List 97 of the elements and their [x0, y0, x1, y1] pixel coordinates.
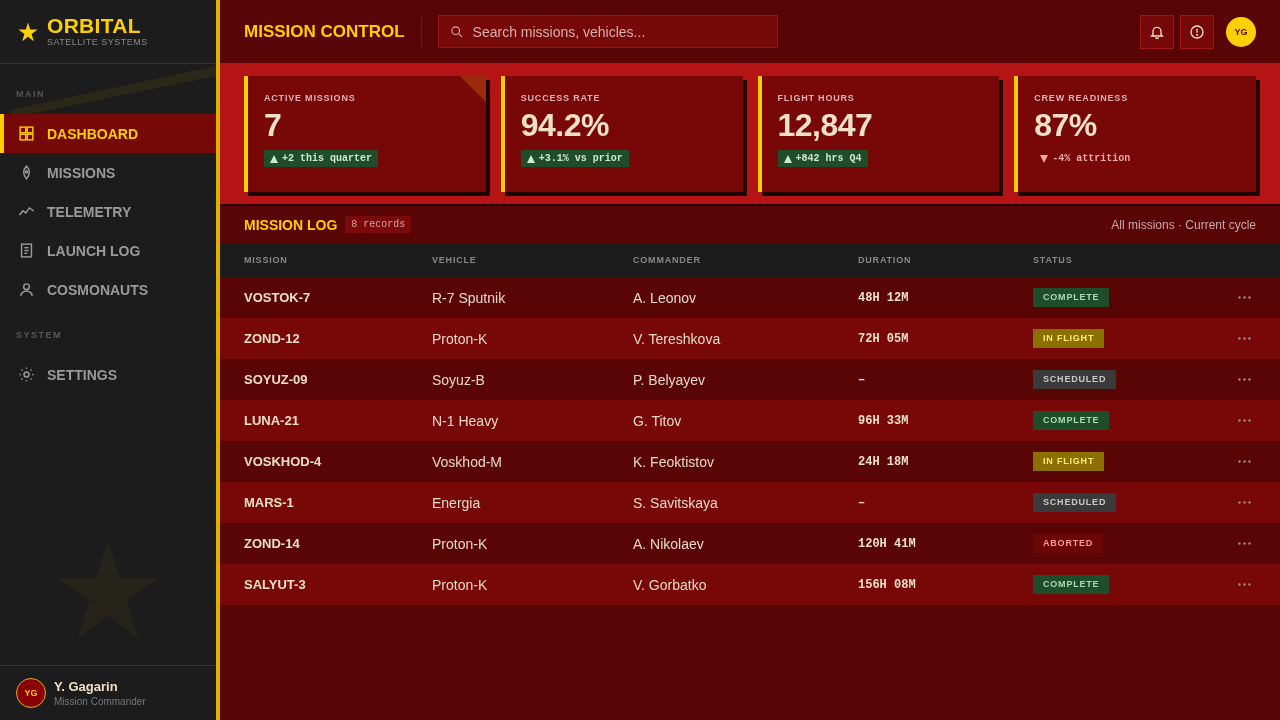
user-avatar: YG — [16, 678, 46, 708]
settings-icon — [18, 366, 35, 383]
table-cell: V. Tereshkova — [633, 330, 721, 347]
nav-item[interactable]: TELEMETRY — [0, 192, 216, 231]
person-icon — [18, 281, 35, 298]
table-cell: – — [858, 495, 866, 510]
more-icon[interactable] — [1237, 501, 1251, 504]
stat-value: 12,847 — [777, 108, 873, 142]
bell-button[interactable] — [1140, 14, 1174, 49]
table-cell: K. Feoktistov — [633, 453, 714, 470]
nav-item[interactable]: SETTINGS — [0, 355, 216, 394]
table-cell: 72H 05M — [858, 331, 909, 346]
table-cell: P. Belyayev — [633, 371, 706, 388]
status-badge: COMPLETE — [1033, 575, 1110, 594]
delta-text: -4% attrition — [1052, 153, 1131, 164]
column-header: DURATION — [858, 255, 912, 265]
up-triangle-icon — [526, 154, 535, 163]
delta-text: +3.1% vs prior — [538, 153, 623, 164]
star-logo-icon — [18, 21, 38, 42]
down-triangle-icon — [1040, 154, 1049, 163]
table-cell: Voskhod-M — [432, 453, 503, 470]
record-count: 8 records — [345, 216, 412, 233]
stat-label: SUCCESS RATE — [520, 92, 601, 104]
stat-label: ACTIVE MISSIONS — [264, 92, 356, 104]
stat-value: 7 — [264, 108, 282, 142]
stat-label: FLIGHT HOURS — [777, 92, 855, 104]
more-icon[interactable] — [1237, 460, 1251, 463]
table-cell: G. Titov — [633, 412, 682, 429]
grid-icon — [18, 125, 35, 142]
stat-value: 87% — [1034, 108, 1097, 142]
status-badge: ABORTED — [1033, 534, 1104, 553]
column-header: STATUS — [1033, 255, 1073, 265]
user-name: Y. Gagarin — [54, 678, 118, 695]
table-cell: Soyuz-B — [432, 371, 485, 388]
page-title: MISSION CONTROL — [244, 21, 405, 42]
table-cell: Proton-K — [432, 330, 488, 347]
more-icon[interactable] — [1237, 296, 1251, 299]
search-field[interactable]: Search missions, vehicles... — [437, 15, 778, 48]
status-badge: COMPLETE — [1033, 288, 1110, 307]
filter-label: All missions · Current cycle — [1111, 217, 1256, 232]
user-avatar[interactable]: YG — [1226, 16, 1256, 47]
table-cell: N-1 Heavy — [432, 412, 499, 429]
stat-value: 94.2% — [520, 108, 609, 142]
stat-label: CREW READINESS — [1034, 92, 1128, 104]
table-cell: S. Savitskaya — [633, 494, 718, 511]
up-triangle-icon — [783, 154, 792, 163]
delta-text: +842 hrs Q4 — [795, 153, 862, 164]
table-cell: 24H 18M — [858, 454, 909, 469]
table-cell: V. Gorbatko — [633, 576, 707, 593]
table-cell: – — [858, 372, 866, 387]
table-cell: LUNA-21 — [244, 413, 299, 428]
status-badge: IN FLIGHT — [1033, 329, 1105, 348]
more-icon[interactable] — [1237, 583, 1251, 586]
table-cell: Energia — [432, 494, 481, 511]
nav-item[interactable]: MISSIONS — [0, 153, 216, 192]
column-header: VEHICLE — [432, 255, 477, 265]
table-cell: MARS-1 — [244, 495, 294, 510]
more-icon[interactable] — [1237, 378, 1251, 381]
search-icon — [449, 25, 463, 38]
more-icon[interactable] — [1237, 337, 1251, 340]
table-cell: A. Leonov — [633, 289, 697, 306]
brand-tagline: SATELLITE SYSTEMS — [47, 37, 148, 48]
table-cell: 96H 33M — [858, 413, 909, 428]
table-cell: SOYUZ-09 — [244, 372, 308, 387]
status-badge: IN FLIGHT — [1033, 452, 1105, 471]
document-icon — [18, 242, 35, 259]
more-icon[interactable] — [1237, 419, 1251, 422]
table-cell: 120H 41M — [858, 536, 916, 551]
table-cell: VOSKHOD-4 — [244, 454, 322, 469]
more-icon[interactable] — [1237, 542, 1251, 545]
table-cell: SALYUT-3 — [244, 577, 306, 592]
column-header: MISSION — [244, 255, 288, 265]
up-triangle-icon — [270, 154, 278, 163]
table-cell: ZOND-14 — [244, 536, 300, 551]
table-cell: A. Nikolaev — [633, 535, 704, 552]
status-badge: COMPLETE — [1033, 411, 1110, 430]
section-title: MISSION LOG — [244, 216, 338, 233]
table-cell: ZOND-12 — [244, 331, 300, 346]
section-title: SYSTEM — [16, 329, 62, 342]
user-role: Mission Commander — [54, 694, 146, 708]
table-cell: VOSTOK-7 — [244, 290, 311, 305]
table-cell: 156H 08M — [858, 577, 916, 592]
status-badge: SCHEDULED — [1033, 370, 1117, 389]
nav-item[interactable]: LAUNCH LOG — [0, 231, 216, 270]
alert-icon — [1189, 23, 1205, 40]
nav-item[interactable]: DASHBOARD — [0, 114, 216, 153]
table-cell: Proton-K — [432, 535, 488, 552]
delta-text: +2 this quarter — [282, 153, 372, 164]
brand-name: ORBITAL — [47, 15, 141, 37]
table-cell: Proton-K — [432, 576, 488, 593]
column-header: COMMANDER — [633, 255, 701, 265]
nav-item[interactable]: COSMONAUTS — [0, 270, 216, 309]
table-cell: 48H 12M — [858, 290, 909, 305]
section-title: MAIN — [16, 88, 45, 101]
table-cell: R-7 Sputnik — [432, 289, 506, 306]
alert-button[interactable] — [1180, 14, 1214, 49]
status-badge: SCHEDULED — [1033, 493, 1117, 512]
